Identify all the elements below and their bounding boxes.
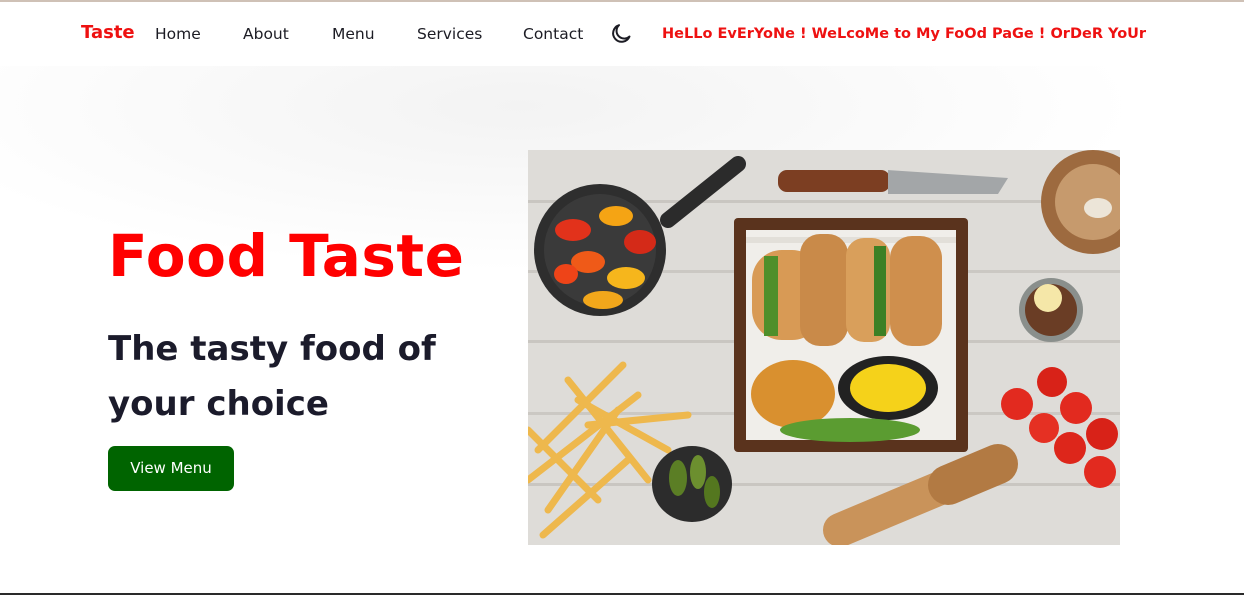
hero-food-image xyxy=(528,150,1120,545)
nav-link-services[interactable]: Services xyxy=(417,25,482,43)
hero-subtitle: The tasty food of your choice xyxy=(108,329,436,424)
nav-link-home[interactable]: Home xyxy=(155,25,201,43)
welcome-marquee: HeLLo EvErYoNe ! WeLcoMe to My FoOd PaGe… xyxy=(662,22,1146,46)
hero-title: Food Taste xyxy=(108,222,465,290)
view-menu-button[interactable]: View Menu xyxy=(108,446,234,491)
nav-link-contact[interactable]: Contact xyxy=(523,25,583,43)
brand-logo[interactable]: Taste xyxy=(81,22,135,43)
nav-link-menu[interactable]: Menu xyxy=(332,25,375,43)
moon-icon[interactable] xyxy=(609,22,633,46)
nav-link-about[interactable]: About xyxy=(243,25,289,43)
marquee-text: HeLLo EvErYoNe ! WeLcoMe to My FoOd PaGe… xyxy=(662,26,1146,42)
navbar: Taste Home About Menu Services Contact H… xyxy=(0,2,1244,66)
